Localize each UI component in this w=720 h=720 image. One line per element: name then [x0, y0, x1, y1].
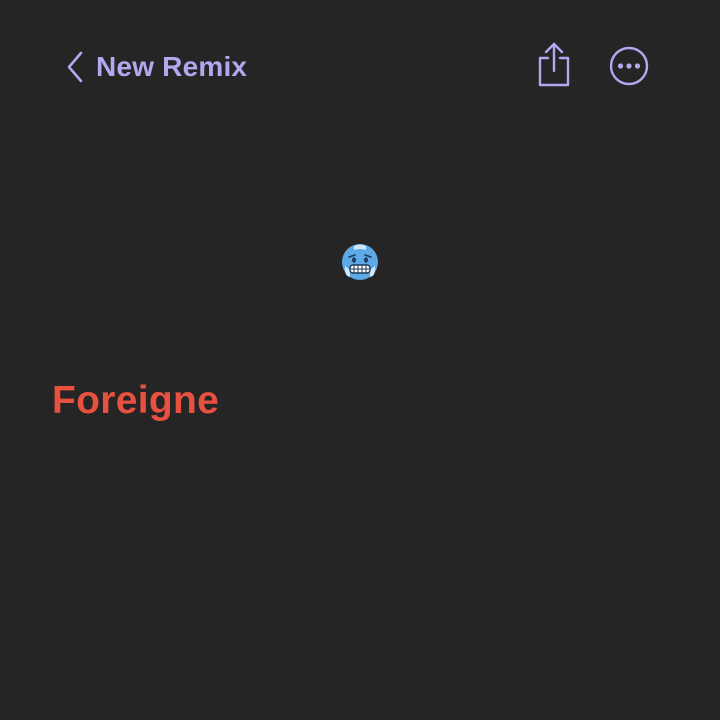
back-button[interactable]: New Remix	[66, 46, 247, 88]
share-icon	[538, 42, 570, 87]
cold-face-emoji-icon	[340, 242, 380, 282]
more-button[interactable]	[607, 44, 651, 88]
navigation-bar: New Remix	[0, 0, 720, 130]
back-button-label: New Remix	[96, 51, 248, 82]
note-title: Foreigne	[52, 379, 220, 422]
chevron-left-icon	[66, 51, 84, 83]
note-screen: New Remix Foreigne	[0, 0, 720, 720]
more-icon	[609, 46, 649, 86]
share-button[interactable]	[532, 40, 576, 88]
